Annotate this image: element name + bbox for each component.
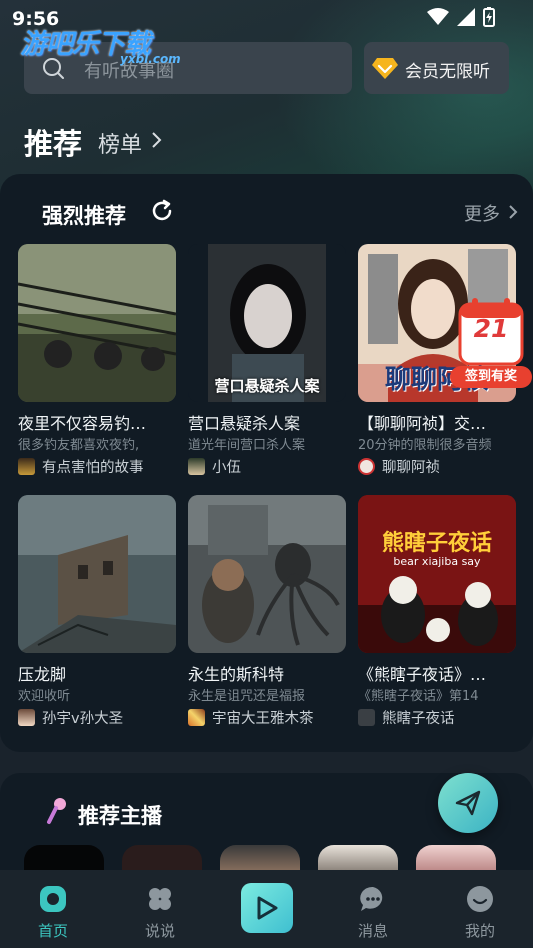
profile-icon <box>467 886 493 912</box>
item-author[interactable]: 孙宇v孙大圣 <box>18 707 176 727</box>
battery-icon <box>483 7 495 27</box>
author-name: 孙宇v孙大圣 <box>42 710 124 727</box>
nav-profile[interactable]: 我的 <box>440 870 520 948</box>
item-title: 【聊聊阿祯】交… <box>358 414 487 432</box>
item-title: 压龙脚 <box>18 665 67 683</box>
item-subtitle: 《熊瞎子夜话》第14 <box>358 689 479 703</box>
item-title: 夜里不仅容易钓… <box>18 414 147 432</box>
author-name: 小伍 <box>212 459 241 476</box>
send-button[interactable] <box>438 773 498 833</box>
item-subtitle: 欢迎收听 <box>18 689 71 703</box>
status-icons <box>427 7 495 27</box>
featured-section: 强烈推荐 更多 夜里不仅容易钓… 很多钓友都喜欢夜钓, 有点害怕的故事 营口悬疑… <box>0 174 533 752</box>
tab-recommend[interactable]: 推荐 <box>24 121 82 163</box>
item-author[interactable]: 聊聊阿祯 <box>358 456 516 476</box>
woman-portrait-image: 营口悬疑杀人案 <box>188 244 346 402</box>
author-name: 熊瞎子夜话 <box>382 710 455 727</box>
cover-caption: 营口悬疑杀人案 <box>214 377 320 395</box>
play-button[interactable] <box>241 883 293 933</box>
item-subtitle: 20分钟的限制很多音频 <box>358 438 492 452</box>
signin-label: 签到有奖 <box>450 366 532 388</box>
item-title: 《熊瞎子夜话》… <box>358 665 487 683</box>
diamond-icon <box>372 58 398 79</box>
bear-cartoon-image: 熊瞎子夜话 bear xiajiba say <box>358 495 516 653</box>
list-item[interactable]: 营口悬疑杀人案 营口悬疑杀人案 道光年间营口杀人案 小伍 <box>188 244 346 476</box>
nav-label: 首页 <box>37 922 68 940</box>
tab-rank[interactable]: 榜单 <box>98 127 142 159</box>
avatar <box>188 708 205 726</box>
list-item[interactable]: 永生的斯科特 永生是诅咒还是福报 宇宙大王雅木茶 <box>188 495 346 727</box>
fishing-rods-image <box>18 244 176 402</box>
send-icon <box>455 790 481 816</box>
refresh-icon[interactable] <box>150 199 174 223</box>
play-icon <box>257 896 278 920</box>
avatar <box>358 457 375 475</box>
signal-icon <box>457 8 475 26</box>
cover-subtitle: bear xiajiba say <box>393 555 481 568</box>
vip-button[interactable]: 会员无限听 <box>364 42 509 94</box>
section-title: 强烈推荐 <box>42 204 126 228</box>
nav-messages[interactable]: 消息 <box>333 870 413 948</box>
nav-posts[interactable]: 说说 <box>120 870 200 948</box>
avatar <box>358 708 375 726</box>
posts-icon <box>149 888 171 910</box>
microphone-icon <box>47 798 66 824</box>
list-item[interactable]: 熊瞎子夜话 bear xiajiba say 《熊瞎子夜话》… 《熊瞎子夜话》第… <box>358 495 516 727</box>
vip-label: 会员无限听 <box>405 62 490 82</box>
signin-badge[interactable]: 21 签到有奖 <box>450 296 532 391</box>
watermark-sub: yxbl.com <box>120 52 181 66</box>
avatar <box>188 457 205 475</box>
chevron-right-icon <box>509 205 518 219</box>
author-name: 聊聊阿祯 <box>382 459 440 476</box>
item-subtitle: 永生是诅咒还是福报 <box>188 689 306 703</box>
hosts-title: 推荐主播 <box>78 804 162 828</box>
item-title: 营口悬疑杀人案 <box>188 414 301 432</box>
item-subtitle: 道光年间营口杀人案 <box>188 438 306 452</box>
nav-label: 说说 <box>144 922 175 940</box>
item-author[interactable]: 宇宙大王雅木茶 <box>188 707 346 727</box>
item-author[interactable]: 小伍 <box>188 456 346 476</box>
home-icon <box>40 886 66 912</box>
list-item[interactable]: 压龙脚 欢迎收听 孙宇v孙大圣 <box>18 495 176 727</box>
nav-label: 我的 <box>464 922 495 940</box>
avatar <box>18 457 35 475</box>
item-title: 永生的斯科特 <box>188 665 285 683</box>
chevron-right-icon <box>152 132 162 148</box>
nav-home[interactable]: 首页 <box>13 870 93 948</box>
signin-day: 21 <box>473 314 509 343</box>
cover-title: 熊瞎子夜话 <box>381 531 492 556</box>
list-item[interactable]: 夜里不仅容易钓… 很多钓友都喜欢夜钓, 有点害怕的故事 <box>18 244 176 476</box>
item-author[interactable]: 熊瞎子夜话 <box>358 707 516 727</box>
author-name: 宇宙大王雅木茶 <box>212 710 314 727</box>
message-icon <box>360 886 383 911</box>
item-author[interactable]: 有点害怕的故事 <box>18 456 176 476</box>
author-name: 有点害怕的故事 <box>42 459 144 476</box>
tentacle-monster-image <box>188 495 346 653</box>
item-subtitle: 很多钓友都喜欢夜钓, <box>18 438 140 452</box>
more-link[interactable]: 更多 <box>464 200 500 226</box>
abandoned-village-image <box>18 495 176 653</box>
wifi-icon <box>427 8 449 25</box>
watermark-logo: 游吧乐下载 yxbl.com <box>20 22 181 66</box>
avatar <box>18 708 35 726</box>
nav-label: 消息 <box>357 922 388 940</box>
